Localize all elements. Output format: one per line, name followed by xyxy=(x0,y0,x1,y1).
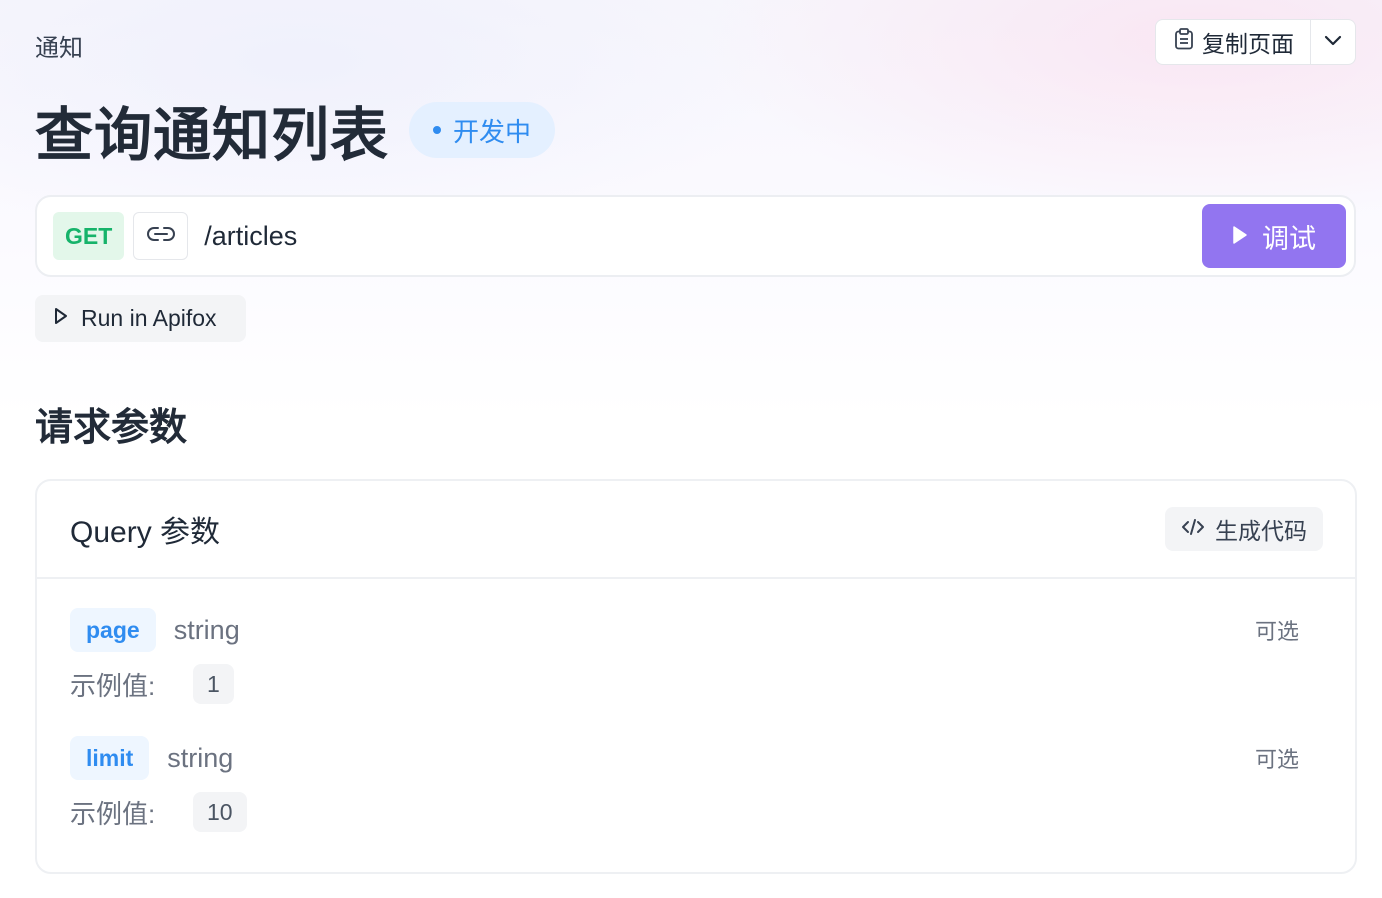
status-badge: 开发中 xyxy=(409,102,556,158)
param-name[interactable]: page xyxy=(70,608,156,652)
example-value[interactable]: 10 xyxy=(193,792,247,832)
card-title: Query 参数 xyxy=(70,516,221,549)
run-label: Run in Apifox xyxy=(81,305,217,331)
param-optional: 可选 xyxy=(1254,619,1299,644)
example-label: 示例值: xyxy=(70,670,156,701)
title-row: 查询通知列表 开发中 xyxy=(35,88,556,172)
card-header: Query 参数 生成代码 xyxy=(37,481,1355,579)
param-row: page string 可选 示例值: 1 xyxy=(70,608,1299,704)
param-name[interactable]: limit xyxy=(70,736,150,780)
page-title: 查询通知列表 xyxy=(35,103,390,168)
code-icon xyxy=(1181,516,1205,543)
run-in-apifox-button[interactable]: Run in Apifox xyxy=(35,295,246,342)
copy-page-button[interactable]: 复制页面 xyxy=(1156,20,1310,64)
play-icon xyxy=(1232,221,1248,252)
example-value[interactable]: 1 xyxy=(193,664,234,704)
param-line: limit string 可选 xyxy=(70,736,1299,780)
example-line: 示例值: 1 xyxy=(70,664,1299,704)
play-outline-icon xyxy=(53,305,69,332)
copy-page-group: 复制页面 xyxy=(1155,19,1356,65)
generate-code-button[interactable]: 生成代码 xyxy=(1165,507,1323,551)
generate-code-label: 生成代码 xyxy=(1215,518,1307,544)
status-dot xyxy=(433,126,442,134)
breadcrumb[interactable]: 通知 xyxy=(35,28,83,63)
param-type: string xyxy=(167,742,234,773)
copy-page-more-button[interactable] xyxy=(1311,20,1355,64)
copy-link-button[interactable] xyxy=(133,212,189,260)
chevron-down-icon xyxy=(1324,33,1342,51)
query-params-card: Query 参数 生成代码 page string 可选 示例值: 1 limi… xyxy=(35,479,1357,874)
param-line: page string 可选 xyxy=(70,608,1299,652)
status-label: 开发中 xyxy=(453,116,532,147)
param-optional: 可选 xyxy=(1254,747,1299,772)
debug-button[interactable]: 调试 xyxy=(1202,204,1346,268)
clipboard-icon xyxy=(1174,28,1194,56)
example-label: 示例值: xyxy=(70,798,156,829)
endpoint-bar: GET /articles 调试 xyxy=(35,195,1356,277)
debug-label: 调试 xyxy=(1262,223,1316,254)
section-title: 请求参数 xyxy=(35,407,188,449)
example-line: 示例值: 10 xyxy=(70,792,1299,832)
link-icon xyxy=(146,225,176,248)
param-row: limit string 可选 示例值: 10 xyxy=(70,736,1299,832)
method-badge: GET xyxy=(53,212,125,260)
copy-page-label: 复制页面 xyxy=(1202,31,1294,57)
endpoint-path[interactable]: /articles xyxy=(204,221,1202,252)
param-type: string xyxy=(173,614,240,645)
